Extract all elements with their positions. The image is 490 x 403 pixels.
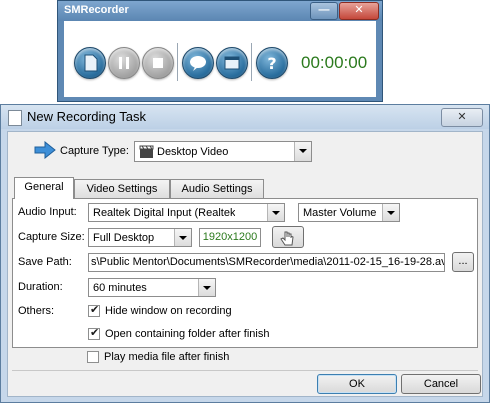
document-icon bbox=[8, 110, 22, 126]
toolbar-divider bbox=[251, 43, 252, 81]
chevron-down-icon[interactable] bbox=[382, 204, 399, 221]
clapperboard-icon bbox=[139, 145, 154, 158]
window-icon bbox=[224, 56, 240, 70]
tab-video-settings-label: Video Settings bbox=[86, 183, 158, 195]
recorder-toolbar: ? 00:00:00 bbox=[64, 21, 376, 97]
capture-type-value: Desktop Video bbox=[157, 146, 229, 158]
recorder-titlebar[interactable]: SMRecorder — ✕ bbox=[58, 1, 382, 21]
chevron-down-icon[interactable] bbox=[267, 204, 284, 221]
toolbar-divider bbox=[177, 43, 178, 81]
select-region-button[interactable] bbox=[272, 226, 304, 248]
question-mark-icon: ? bbox=[267, 54, 276, 73]
cancel-button[interactable]: Cancel bbox=[401, 374, 481, 394]
duration-select[interactable]: 60 minutes bbox=[88, 278, 216, 297]
tab-general-label: General bbox=[24, 181, 64, 193]
hand-cursor-icon bbox=[280, 231, 294, 246]
duration-label: Duration: bbox=[18, 281, 63, 293]
stop-icon bbox=[153, 58, 163, 68]
dialog-client-area: Capture Type: Desktop Video General Vide… bbox=[7, 131, 483, 397]
dialog-titlebar[interactable]: New Recording Task ✕ bbox=[1, 105, 489, 129]
window-button[interactable] bbox=[216, 47, 248, 79]
divider bbox=[12, 370, 478, 371]
browse-button[interactable]: ... bbox=[452, 252, 474, 272]
chevron-down-icon[interactable] bbox=[294, 142, 311, 161]
speech-bubble-icon bbox=[190, 56, 206, 71]
open-folder-checkbox[interactable] bbox=[88, 326, 100, 340]
document-icon bbox=[84, 54, 98, 72]
stop-button[interactable] bbox=[142, 47, 174, 79]
new-file-button[interactable] bbox=[74, 47, 106, 79]
audio-source-value: Master Volume bbox=[303, 207, 377, 219]
audio-input-select[interactable]: Realtek Digital Input (Realtek bbox=[88, 203, 285, 222]
resolution-field[interactable]: 1920x1200 bbox=[199, 228, 261, 247]
recorder-window: SMRecorder — ✕ ? 00:00:00 bbox=[57, 0, 383, 102]
capture-size-select[interactable]: Full Desktop bbox=[88, 228, 192, 247]
capture-size-value: Full Desktop bbox=[93, 232, 155, 244]
save-path-label: Save Path: bbox=[18, 256, 72, 268]
tab-video-settings[interactable]: Video Settings bbox=[74, 179, 170, 198]
recorder-title: SMRecorder bbox=[64, 4, 129, 16]
chevron-down-icon[interactable] bbox=[174, 229, 191, 246]
general-tab-panel: Audio Input: Realtek Digital Input (Real… bbox=[12, 198, 478, 348]
tab-audio-settings[interactable]: Audio Settings bbox=[170, 179, 264, 198]
capture-type-label: Capture Type: bbox=[60, 145, 129, 157]
audio-input-label: Audio Input: bbox=[18, 206, 77, 218]
dialog-title: New Recording Task bbox=[27, 109, 146, 124]
capture-size-label: Capture Size: bbox=[18, 231, 85, 243]
svg-text:?: ? bbox=[267, 54, 276, 73]
pause-button[interactable] bbox=[108, 47, 140, 79]
new-recording-task-dialog: New Recording Task ✕ Capture Type: Deskt… bbox=[0, 104, 490, 403]
ok-button[interactable]: OK bbox=[317, 374, 397, 394]
play-media-label[interactable]: Play media file after finish bbox=[104, 351, 229, 363]
save-path-field[interactable]: s\Public Mentor\Documents\SMRecorder\med… bbox=[88, 253, 445, 272]
pause-icon bbox=[119, 57, 129, 69]
hide-window-checkbox[interactable] bbox=[88, 303, 100, 317]
dialog-close-button[interactable]: ✕ bbox=[441, 108, 483, 127]
others-label: Others: bbox=[18, 305, 55, 317]
audio-source-select[interactable]: Master Volume bbox=[298, 203, 400, 222]
minimize-button[interactable]: — bbox=[310, 2, 338, 20]
open-folder-label[interactable]: Open containing folder after finish bbox=[105, 328, 270, 340]
audio-input-value: Realtek Digital Input (Realtek bbox=[93, 207, 236, 219]
hide-window-label[interactable]: Hide window on recording bbox=[105, 305, 232, 317]
capture-type-select[interactable]: Desktop Video bbox=[134, 141, 312, 162]
help-button[interactable]: ? bbox=[256, 47, 288, 79]
play-media-checkbox[interactable] bbox=[87, 351, 99, 363]
duration-value: 60 minutes bbox=[93, 282, 147, 294]
timer-display: 00:00:00 bbox=[301, 53, 368, 72]
tab-general[interactable]: General bbox=[14, 177, 74, 199]
close-button[interactable]: ✕ bbox=[339, 2, 379, 20]
tab-audio-settings-label: Audio Settings bbox=[181, 183, 253, 195]
arrow-right-icon bbox=[34, 141, 56, 159]
chevron-down-icon[interactable] bbox=[198, 279, 215, 296]
comment-button[interactable] bbox=[182, 47, 214, 79]
